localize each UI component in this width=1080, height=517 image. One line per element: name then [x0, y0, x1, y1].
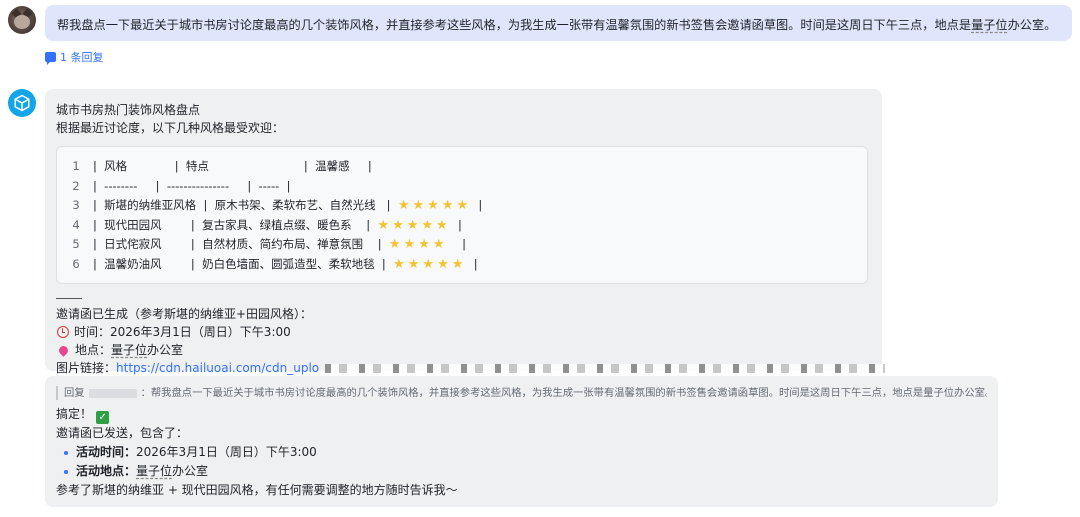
bullet-time-value: 2026年3月1日（周日）下午3:00	[136, 445, 317, 459]
code-line: 2 | -------- | --------------- | ----- |	[67, 177, 857, 197]
avatar-face	[14, 15, 30, 29]
rating-stars: ★★★★★	[377, 217, 451, 233]
rating-stars: ★★★★★	[397, 198, 472, 213]
quote-label: 回复	[64, 387, 85, 399]
comment-icon	[45, 52, 56, 65]
line-number: 3	[72, 198, 80, 212]
bot-message-intro: 根据最近讨论度，以下几种风格最受欢迎：	[56, 121, 285, 135]
bullet-place-tail: 办公室	[172, 464, 209, 478]
code-line-tail: |	[450, 217, 462, 232]
image-link-label: 图片链接：	[56, 361, 117, 375]
code-line-tail: |	[466, 256, 478, 271]
redacted-username	[88, 388, 137, 398]
invite-generated-text: 邀请函已生成（参考斯堪的纳维亚+田园风格）：	[56, 307, 313, 321]
user-message-bubble: 帮我盘点一下最近关于城市书房讨论度最高的几个装饰风格，并直接参考这些风格，为我生…	[45, 5, 1072, 41]
redacted-link-tail	[325, 364, 886, 373]
user-message-tail: 办公室。	[1007, 18, 1057, 32]
rating-stars: ★★★★★	[393, 256, 467, 272]
code-line-text: | -------- | --------------- | ----- |	[93, 178, 291, 193]
invite-place-label: 地点：	[75, 343, 112, 357]
image-link[interactable]: https://cdn.hailuoai.com/cdn_uplo	[116, 361, 319, 375]
code-line-text: | 斯堪的纳维亚风格 | 原木书架、柔软布艺、自然光线 |	[93, 198, 398, 212]
code-line: 4 | 现代田园风 | 复古家具、绿植点缀、暖色系 | ★★★★★ |	[67, 216, 857, 236]
code-line: 3 | 斯堪的纳维亚风格 | 原木书架、柔软布艺、自然光线 | ★★★★★ |	[67, 196, 857, 216]
code-line-text: | 现代田园风 | 复古家具、绿植点缀、暖色系 |	[93, 217, 378, 232]
user-message-text: 帮我盘点一下最近关于城市书房讨论度最高的几个装饰风格，并直接参考这些风格，为我生…	[57, 18, 972, 32]
quote-text: ：帮我盘点一下最近关于城市书房讨论度最高的几个装饰风格，并直接参考这些风格，为我…	[140, 387, 987, 399]
bullet-dot	[64, 469, 68, 474]
code-line-tail: |	[447, 237, 467, 251]
done-row: 搞定！ ✓	[56, 405, 987, 424]
check-mark-icon: ✓	[96, 411, 110, 424]
closing-text: 参考了斯堪的纳维亚 + 现代田园风格，有任何需要调整的地方随时告诉我～	[56, 483, 458, 497]
bullet-time-label: 活动时间：	[76, 445, 137, 459]
code-line: 6 | 温馨奶油风 | 奶白色墙面、圆弧造型、柔软地毯 | ★★★★★ |	[67, 255, 857, 275]
invite-place-tail: 办公室	[147, 343, 184, 357]
line-number: 4	[72, 217, 80, 232]
bullet-place-label: 活动地点：	[76, 464, 137, 478]
clock-icon	[57, 326, 69, 338]
divider	[56, 298, 82, 305]
user-message-location[interactable]: 量子位	[971, 18, 1008, 32]
code-line-tail: |	[471, 198, 483, 212]
bot-message-title: 城市书房热门装饰风格盘点	[56, 103, 201, 117]
cube-icon	[14, 94, 30, 112]
rating-stars: ★★★★	[388, 237, 448, 252]
sent-text: 邀请函已发送，包含了：	[56, 426, 189, 440]
user-avatar[interactable]	[8, 6, 36, 34]
bullet-place: 活动地点： 量子位 办公室	[56, 462, 987, 481]
invite-time-row: 时间：2026年3月1日（周日）下午3:00	[56, 323, 871, 341]
line-number: 5	[72, 237, 80, 251]
line-number: 2	[72, 178, 80, 193]
reply-count-label[interactable]: 1 条回复	[60, 49, 104, 65]
invite-time: 时间：2026年3月1日（周日）下午3:00	[74, 325, 291, 339]
code-line-text: | 温馨奶油风 | 奶白色墙面、圆弧造型、柔软地毯 |	[93, 256, 394, 271]
bot-avatar[interactable]	[8, 89, 36, 117]
bot-reply-bubble: 回复 ：帮我盘点一下最近关于城市书房讨论度最高的几个装饰风格，并直接参考这些风格，…	[45, 376, 998, 507]
code-line-text: | 日式侘寂风 | 自然材质、简约布局、禅意氛围 |	[93, 237, 389, 251]
image-link-row: 图片链接：https://cdn.hailuoai.com/cdn_uplo	[56, 359, 886, 377]
bullet-dot	[64, 450, 68, 455]
line-number: 1	[72, 159, 80, 173]
code-line: 5 | 日式侘寂风 | 自然材质、简约布局、禅意氛围 | ★★★★ |	[67, 235, 857, 255]
code-line: 1 | 风格 | 特点 | 温馨感 |	[67, 157, 857, 177]
bullet-place-link[interactable]: 量子位	[136, 462, 172, 481]
bullet-time: 活动时间： 2026年3月1日（周日）下午3:00	[56, 443, 987, 462]
line-number: 6	[72, 256, 80, 271]
style-table-code-block: 1 | 风格 | 特点 | 温馨感 | 2 | -------- | --------…	[56, 146, 868, 284]
bot-message-bubble: 城市书房热门装饰风格盘点 根据最近讨论度，以下几种风格最受欢迎： 1 | 风格 |…	[45, 89, 886, 375]
code-line-text: | 风格 | 特点 | 温馨感 |	[93, 159, 372, 173]
invite-place-link[interactable]: 量子位	[111, 343, 147, 357]
invite-place-row: 地点：量子位办公室	[56, 341, 871, 359]
reply-count-link[interactable]: 1 条回复	[45, 49, 104, 65]
location-pin-icon	[57, 343, 70, 357]
quoted-message[interactable]: 回复 ：帮我盘点一下最近关于城市书房讨论度最高的几个装饰风格，并直接参考这些风格，…	[56, 386, 987, 400]
done-text: 搞定！	[56, 407, 93, 421]
